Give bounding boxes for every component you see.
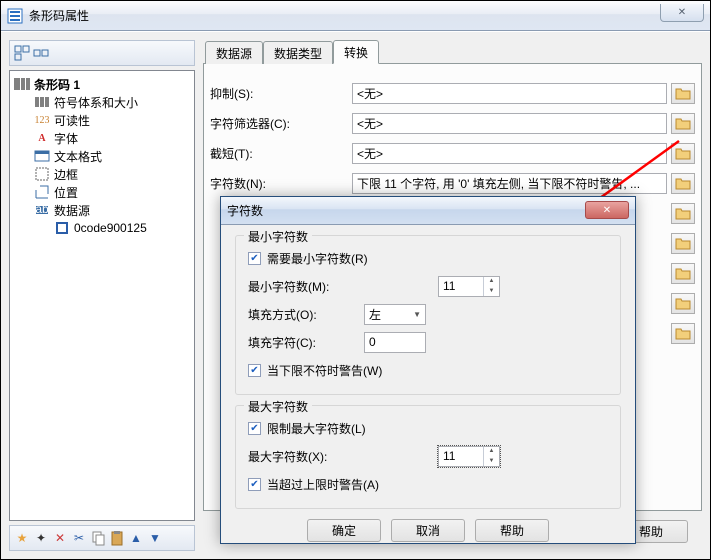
extra-browse-button-3[interactable] [671, 263, 695, 284]
warn-max-checkbox[interactable]: ✔ [248, 478, 261, 491]
need-min-checkbox[interactable]: ✔ [248, 252, 261, 265]
spin-down-icon[interactable]: ▼ [484, 286, 499, 296]
tree-toolbar [9, 40, 195, 66]
readability-icon: 123 [34, 112, 50, 128]
datasource-icon: ab [34, 202, 50, 218]
tree-item[interactable]: 边框 [10, 165, 194, 183]
tab-transform[interactable]: 转换 [333, 40, 379, 64]
filter-browse-button[interactable] [671, 113, 695, 134]
filter-label: 字符筛选器(C): [210, 115, 352, 132]
tree-item[interactable]: A字体 [10, 129, 194, 147]
warn-max-label: 当超过上限时警告(A) [267, 476, 379, 493]
expand-all-icon[interactable] [14, 45, 30, 61]
dialog-close-button[interactable]: ✕ [585, 201, 629, 219]
suppress-browse-button[interactable] [671, 83, 695, 104]
barcode-icon [14, 76, 30, 92]
tree-item[interactable]: 文本格式 [10, 147, 194, 165]
property-tree: 条形码 1 符号体系和大小 123可读性 A字体 文本格式 边框 位置 ab数据… [9, 70, 195, 521]
chevron-down-icon: ▼ [413, 310, 421, 319]
window-title: 条形码属性 [29, 7, 89, 24]
fill-char-input[interactable] [364, 332, 426, 353]
warn-min-label: 当下限不符时警告(W) [267, 362, 382, 379]
extra-browse-button-1[interactable] [671, 203, 695, 224]
data-node-icon [54, 220, 70, 236]
font-icon: A [34, 130, 50, 146]
fill-method-select[interactable]: 左▼ [364, 304, 426, 325]
min-chars-group: 最小字符数 ✔ 需要最小字符数(R) 最小字符数(M): ▲▼ 填充方式(O):… [235, 235, 621, 395]
warn-min-checkbox[interactable]: ✔ [248, 364, 261, 377]
wizard-icon[interactable]: ✦ [33, 530, 49, 546]
max-chars-group: 最大字符数 ✔ 限制最大字符数(L) 最大字符数(X): ▲▼ ✔ 当超过上限时… [235, 405, 621, 509]
limit-max-label: 限制最大字符数(L) [267, 420, 366, 437]
copy-icon[interactable] [90, 530, 106, 546]
dialog-title: 字符数 [227, 202, 263, 219]
dialog-help-button[interactable]: 帮助 [475, 519, 549, 542]
tab-datasource[interactable]: 数据源 [205, 41, 263, 64]
count-browse-button[interactable] [671, 173, 695, 194]
count-field: 下限 11 个字符, 用 '0' 填充左侧, 当下限不符时警告, ... [352, 173, 667, 194]
extra-browse-button-5[interactable] [671, 323, 695, 344]
tree-item[interactable]: ab数据源 [10, 201, 194, 219]
action-toolbar: ★ ✦ ✕ ✂ ▲ ▼ [9, 525, 195, 551]
count-label: 字符数(N): [210, 175, 352, 192]
main-titlebar: 条形码属性 ✕ [1, 1, 710, 31]
border-icon [34, 166, 50, 182]
dialog-cancel-button[interactable]: 取消 [391, 519, 465, 542]
charcount-dialog: 字符数 ✕ 最小字符数 ✔ 需要最小字符数(R) 最小字符数(M): ▲▼ 填充… [220, 196, 636, 544]
spin-up-icon[interactable]: ▲ [484, 277, 499, 287]
extra-browse-button-4[interactable] [671, 293, 695, 314]
limit-max-checkbox[interactable]: ✔ [248, 422, 261, 435]
tree-data-item[interactable]: 0code900125 [10, 219, 194, 237]
svg-text:ab: ab [35, 202, 49, 216]
spin-down-icon[interactable]: ▼ [484, 456, 499, 466]
collapse-all-icon[interactable] [33, 45, 49, 61]
filter-field: <无> [352, 113, 667, 134]
min-count-label: 最小字符数(M): [248, 278, 364, 295]
truncate-label: 截短(T): [210, 145, 352, 162]
truncate-browse-button[interactable] [671, 143, 695, 164]
text-format-icon [34, 148, 50, 164]
paste-icon[interactable] [109, 530, 125, 546]
tree-root[interactable]: 条形码 1 [10, 75, 194, 93]
cut-icon[interactable]: ✂ [71, 530, 87, 546]
delete-icon[interactable]: ✕ [52, 530, 68, 546]
position-icon [34, 184, 50, 200]
window-close-button[interactable]: ✕ [660, 4, 704, 22]
fill-char-label: 填充字符(C): [248, 334, 364, 351]
new-icon[interactable]: ★ [14, 530, 30, 546]
min-count-input[interactable]: ▲▼ [438, 276, 500, 297]
app-icon [7, 8, 23, 24]
move-down-icon[interactable]: ▼ [147, 530, 163, 546]
symbology-icon [34, 94, 50, 110]
tab-datatype[interactable]: 数据类型 [263, 41, 333, 64]
need-min-label: 需要最小字符数(R) [267, 250, 368, 267]
dialog-ok-button[interactable]: 确定 [307, 519, 381, 542]
max-count-input[interactable]: ▲▼ [438, 446, 500, 467]
suppress-field: <无> [352, 83, 667, 104]
spin-up-icon[interactable]: ▲ [484, 447, 499, 457]
truncate-field: <无> [352, 143, 667, 164]
tree-item[interactable]: 符号体系和大小 [10, 93, 194, 111]
suppress-label: 抑制(S): [210, 85, 352, 102]
max-count-label: 最大字符数(X): [248, 448, 364, 465]
extra-browse-button-2[interactable] [671, 233, 695, 254]
tree-item[interactable]: 位置 [10, 183, 194, 201]
move-up-icon[interactable]: ▲ [128, 530, 144, 546]
tab-strip: 数据源 数据类型 转换 [203, 40, 702, 64]
fill-method-label: 填充方式(O): [248, 306, 364, 323]
dialog-titlebar: 字符数 ✕ [221, 197, 635, 225]
tree-item[interactable]: 123可读性 [10, 111, 194, 129]
